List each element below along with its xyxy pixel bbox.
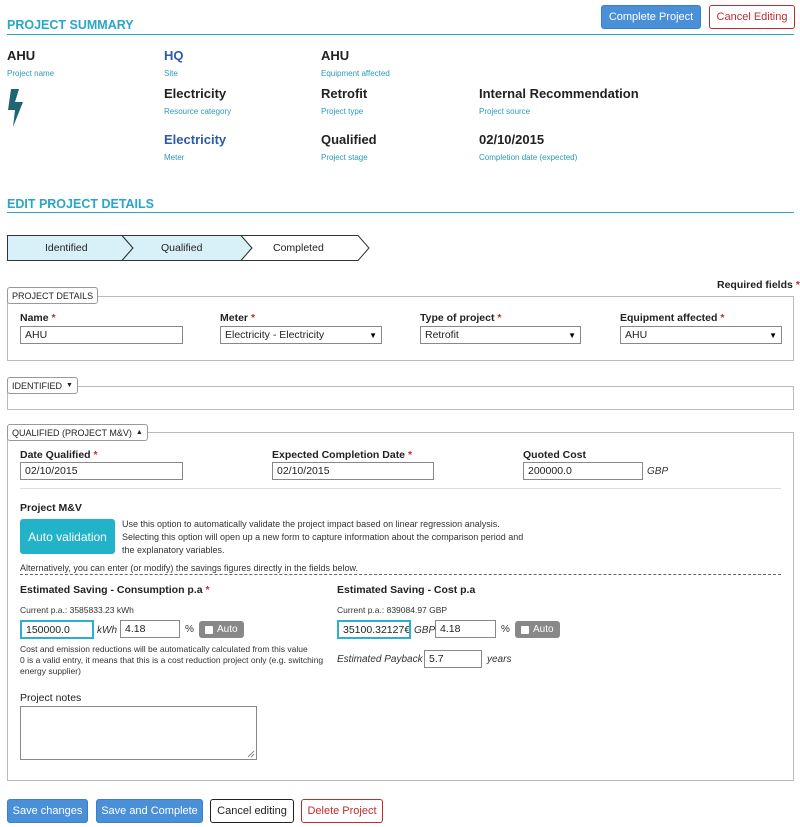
project-name-label: Project name xyxy=(7,69,55,78)
site-label: Site xyxy=(164,69,178,78)
quoted-cost-unit: GBP xyxy=(647,466,669,477)
source-value: Internal Recommendation xyxy=(479,86,639,101)
payback-label: Estimated Payback xyxy=(337,654,423,665)
percent-sign: % xyxy=(185,624,194,635)
note-line-3: energy supplier) xyxy=(20,666,81,676)
type-label: Type of project * xyxy=(420,312,502,324)
identified-panel xyxy=(7,386,794,410)
auto-desc-line-1: Use this option to automatically validat… xyxy=(122,519,500,529)
quoted-cost-label: Quoted Cost xyxy=(523,449,586,461)
save-changes-button[interactable]: Save changes xyxy=(7,799,88,823)
edit-title: EDIT PROJECT DETAILS xyxy=(7,197,155,211)
alternative-text: Alternatively, you can enter (or modify)… xyxy=(20,563,358,573)
expected-completion-label: Expected Completion Date * xyxy=(272,449,413,461)
resource-label: Resource category xyxy=(164,107,232,116)
consumption-label: Estimated Saving - Consumption p.a * xyxy=(20,584,210,596)
consumption-current: Current p.a.: 3585833.23 kWh xyxy=(20,605,134,615)
equipment-field-label: Equipment affected * xyxy=(620,312,725,324)
meter-select[interactable]: Electricity - Electricity ▼ xyxy=(220,326,382,344)
cost-percent-input[interactable]: 4.18 xyxy=(435,620,496,638)
completion-label: Completion date (expected) xyxy=(479,153,578,162)
stage-progress: Identified Qualified Completed xyxy=(7,235,370,261)
resource-value: Electricity xyxy=(164,86,227,101)
dropdown-arrow-icon: ▼ xyxy=(568,330,576,340)
meter-field-label: Meter * xyxy=(220,312,256,324)
step-identified[interactable]: Identified xyxy=(45,242,88,254)
meter-value[interactable]: Electricity xyxy=(164,132,226,147)
checkbox-icon xyxy=(521,625,529,634)
stage-value: Qualified xyxy=(321,132,377,147)
auto-desc-line-2: Selecting this option will open up a new… xyxy=(122,532,524,542)
cost-saving-unit: GBP xyxy=(414,625,436,636)
complete-project-button[interactable]: Complete Project xyxy=(601,5,701,29)
resize-handle-icon[interactable] xyxy=(247,750,255,758)
type-select[interactable]: Retrofit ▼ xyxy=(420,326,581,344)
save-and-complete-button[interactable]: Save and Complete xyxy=(96,799,203,823)
expected-completion-input[interactable]: 02/10/2015 xyxy=(272,462,434,480)
auto-desc-line-3: the explanatory variables. xyxy=(122,545,225,555)
delete-project-button[interactable]: Delete Project xyxy=(301,799,383,823)
note-line-1: Cost and emission reductions will be aut… xyxy=(20,644,308,654)
cancel-editing-footer-button[interactable]: Cancel editing xyxy=(210,799,294,823)
summary-divider xyxy=(7,34,794,35)
lightning-bolt-icon xyxy=(5,88,27,133)
name-label: Name * xyxy=(20,312,56,324)
project-type-label: Project type xyxy=(321,107,364,116)
site-value: HQ xyxy=(164,48,184,63)
required-fields-note: Required fields * xyxy=(717,279,800,291)
quoted-cost-input[interactable]: 200000.0 xyxy=(523,462,643,480)
caret-down-icon: ▼ xyxy=(66,382,73,389)
tab-qualified[interactable]: QUALIFIED (PROJECT M&V) ▲ xyxy=(7,424,148,441)
project-type-value: Retrofit xyxy=(321,86,368,101)
dashed-divider xyxy=(20,574,781,575)
cost-saving-label: Estimated Saving - Cost p.a xyxy=(337,584,476,596)
tab-project-details[interactable]: PROJECT DETAILS xyxy=(7,287,99,304)
consumption-auto-toggle[interactable]: Auto xyxy=(199,621,244,638)
caret-up-icon: ▲ xyxy=(135,429,143,436)
stage-label: Project stage xyxy=(321,153,368,162)
percent-sign: % xyxy=(501,624,510,635)
date-qualified-label: Date Qualified * xyxy=(20,449,98,461)
tab-identified[interactable]: IDENTIFIED ▼ xyxy=(7,377,78,394)
mv-title: Project M&V xyxy=(20,502,82,514)
source-label: Project source xyxy=(479,107,531,116)
edit-divider xyxy=(7,212,794,213)
project-notes-textarea[interactable] xyxy=(20,706,257,760)
consumption-percent-input[interactable]: 4.18 xyxy=(120,620,180,638)
consumption-input[interactable]: 150000.0 xyxy=(20,620,94,639)
note-line-2: 0 is a valid entry, it means that this i… xyxy=(20,655,324,665)
date-qualified-input[interactable]: 02/10/2015 xyxy=(20,462,183,480)
consumption-unit: kWh xyxy=(97,625,117,636)
equipment-label: Equipment affected xyxy=(321,69,390,78)
name-input[interactable]: AHU xyxy=(20,326,183,344)
summary-title: PROJECT SUMMARY xyxy=(7,18,134,32)
step-qualified[interactable]: Qualified xyxy=(161,242,202,254)
step-completed[interactable]: Completed xyxy=(273,242,324,254)
dropdown-arrow-icon: ▼ xyxy=(369,330,377,340)
payback-input[interactable]: 5.7 xyxy=(424,650,482,668)
checkbox-icon xyxy=(205,625,213,634)
divider xyxy=(20,488,781,489)
dropdown-arrow-icon: ▼ xyxy=(769,330,777,340)
equipment-value: AHU xyxy=(321,48,350,63)
project-name-value: AHU xyxy=(7,48,36,63)
auto-validation-button[interactable]: Auto validation xyxy=(20,519,115,554)
cost-current: Current p.a.: 839084.97 GBP xyxy=(337,605,448,615)
cancel-editing-button[interactable]: Cancel Editing xyxy=(709,5,795,29)
meter-label: Meter xyxy=(164,153,185,162)
cost-saving-input[interactable]: 35100.32127€ xyxy=(337,620,411,639)
payback-unit: years xyxy=(487,654,512,665)
completion-value: 02/10/2015 xyxy=(479,132,545,147)
cost-auto-toggle[interactable]: Auto xyxy=(515,621,560,638)
project-notes-label: Project notes xyxy=(20,692,82,704)
equipment-select[interactable]: AHU ▼ xyxy=(620,326,782,344)
